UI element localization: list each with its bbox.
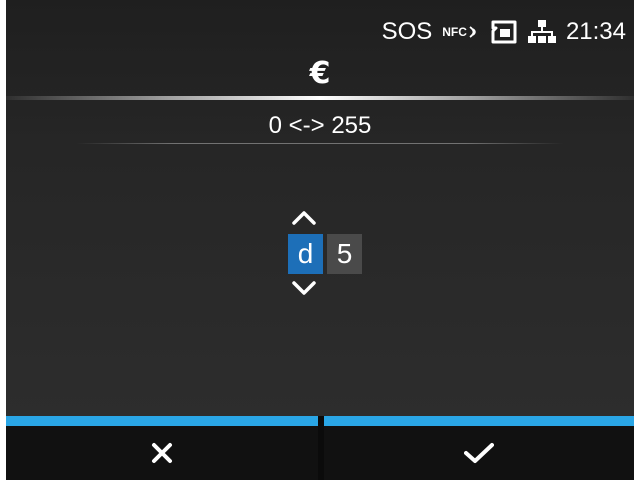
confirm-button[interactable] xyxy=(324,416,634,480)
sos-indicator: SOS xyxy=(381,18,433,45)
main-panel: SOS NFC 21:34 € 0 <-> 255 d 5 xyxy=(6,0,634,416)
clock: 21:34 xyxy=(565,18,626,45)
chevron-down-icon[interactable] xyxy=(291,280,317,298)
printer-display: SOS NFC 21:34 € 0 <-> 255 d 5 xyxy=(6,0,634,480)
status-bar: SOS NFC 21:34 xyxy=(382,16,626,48)
close-icon xyxy=(152,443,172,463)
checkmark-icon xyxy=(464,443,494,463)
nfc-label: NFC xyxy=(442,25,467,39)
sd-card-icon xyxy=(491,20,517,44)
title-divider xyxy=(6,96,634,100)
bottom-action-bar xyxy=(6,416,634,480)
digit-field-active[interactable]: d xyxy=(288,234,323,274)
network-icon xyxy=(527,20,556,43)
confirm-accent-strip xyxy=(324,416,634,426)
digit-field[interactable]: 5 xyxy=(327,234,362,274)
chevron-up-icon[interactable] xyxy=(291,208,317,226)
range-divider xyxy=(76,143,564,144)
value-range: 0 <-> 255 xyxy=(268,112,372,139)
page-title: € xyxy=(309,56,331,91)
cancel-accent-strip xyxy=(6,416,318,426)
cancel-button[interactable] xyxy=(6,416,318,480)
nfc-icon: NFC xyxy=(442,25,480,39)
